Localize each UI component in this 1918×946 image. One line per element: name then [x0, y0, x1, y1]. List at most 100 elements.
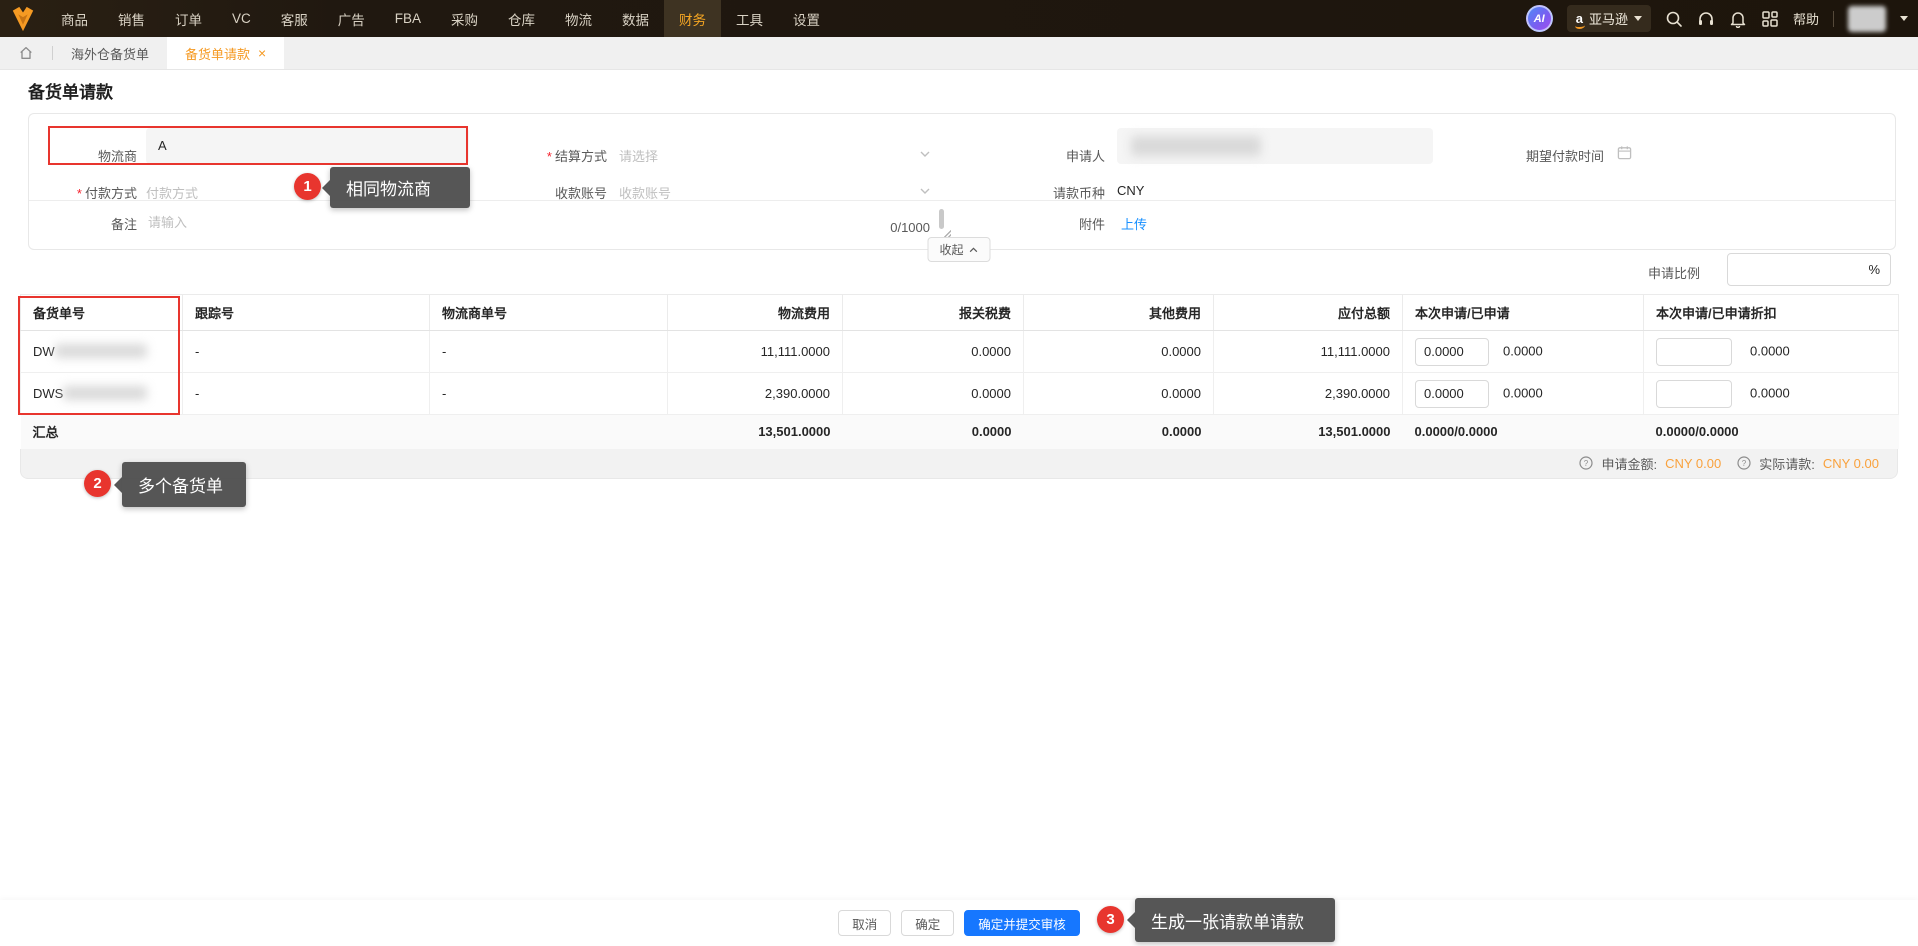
apply-amount-input[interactable]: [1415, 379, 1489, 408]
menu-item-data[interactable]: 数据: [607, 0, 664, 37]
menu-item-ads[interactable]: 广告: [323, 0, 380, 37]
scrollbar-thumb[interactable]: [939, 209, 944, 229]
redacted-applicant-name: [1131, 136, 1261, 156]
col-other-fee: 其他费用: [1023, 294, 1214, 331]
chevron-down-icon: [919, 148, 931, 160]
top-navbar: 商品 销售 订单 VC 客服 广告 FBA 采购 仓库 物流 数据 财务 工具 …: [0, 0, 1918, 37]
remark-field-wrap: 0/1000: [146, 206, 952, 239]
tab-overseas-stock-orders[interactable]: 海外仓备货单: [53, 37, 167, 69]
col-customs-fee: 报关税费: [842, 294, 1024, 331]
svg-text:?: ?: [1742, 459, 1747, 468]
expected-payment-date-label: 期望付款时间: [1525, 149, 1604, 164]
annotation-step-2: 2: [84, 470, 111, 497]
marketplace-label: 亚马逊: [1588, 12, 1628, 27]
apps-grid-icon[interactable]: [1761, 10, 1779, 28]
menu-item-products[interactable]: 商品: [46, 0, 103, 37]
applicant-field: [1117, 128, 1433, 164]
settlement-method-label: * 结算方式: [546, 149, 607, 164]
menu-item-settings[interactable]: 设置: [778, 0, 835, 37]
menu-item-service[interactable]: 客服: [266, 0, 323, 37]
calendar-icon[interactable]: [1617, 145, 1632, 160]
page-title: 备货单请款: [28, 83, 113, 102]
col-logistics-fee: 物流费用: [667, 294, 843, 331]
menu-item-vc[interactable]: VC: [217, 0, 266, 37]
search-icon[interactable]: [1665, 10, 1683, 28]
col-order-no: 备货单号: [20, 294, 183, 331]
logistics-provider-field: A: [146, 128, 469, 164]
annotation-tip-1: 相同物流商: [330, 167, 470, 208]
home-icon[interactable]: [0, 37, 52, 69]
remark-label: 备注: [110, 217, 137, 232]
annotation-step-1: 1: [294, 173, 321, 200]
menu-item-orders[interactable]: 订单: [160, 0, 217, 37]
question-circle-icon[interactable]: ?: [1579, 456, 1594, 470]
table-footer-bar: ? 申请金额: CNY 0.00 ? 实际请款: CNY 0.00: [20, 448, 1898, 479]
question-circle-icon[interactable]: ?: [1737, 456, 1751, 470]
logistics-provider-label: 物流商: [97, 149, 137, 164]
navbar-right: AI a 亚马逊 帮助: [1525, 5, 1918, 32]
table-row: DW - - 11,111.0000 0.0000 0.0000 11,111.…: [20, 330, 1899, 373]
col-apply-applied-discount: 本次申请/已申请折扣: [1643, 294, 1899, 331]
notifications-bell-icon[interactable]: [1729, 10, 1747, 28]
marketplace-selector[interactable]: a 亚马逊: [1566, 5, 1651, 32]
redacted-order-no: [54, 344, 147, 358]
apply-amount-input[interactable]: [1415, 337, 1489, 366]
actual-request-label: 实际请款:: [1759, 456, 1815, 472]
divider: [29, 200, 1895, 201]
col-total-payable: 应付总额: [1213, 294, 1403, 331]
summary-row: 汇总 13,501.0000 0.0000 0.0000 13,501.0000…: [20, 414, 1899, 449]
user-avatar[interactable]: [1848, 5, 1886, 32]
request-currency-value: CNY: [1117, 183, 1145, 198]
menu-item-fba[interactable]: FBA: [380, 0, 436, 37]
percent-suffix: %: [1868, 262, 1880, 277]
tab-label: 备货单请款: [185, 46, 251, 62]
col-carrier-no: 物流商单号: [429, 294, 668, 331]
divider: [1833, 10, 1834, 27]
collapse-form-button[interactable]: 收起: [927, 237, 991, 262]
help-link[interactable]: 帮助: [1793, 9, 1819, 28]
tab-stock-payment-request[interactable]: 备货单请款 ×: [167, 37, 285, 69]
applicant-label: 申请人: [1065, 149, 1105, 164]
remark-char-counter: 0/1000: [890, 220, 930, 235]
main-menu: 商品 销售 订单 VC 客服 广告 FBA 采购 仓库 物流 数据 财务 工具 …: [46, 0, 835, 37]
attachment-label: 附件: [1078, 217, 1105, 232]
ai-assistant-button[interactable]: AI: [1525, 5, 1553, 32]
apply-discount-input[interactable]: [1656, 379, 1732, 408]
app-logo-icon[interactable]: [0, 0, 46, 37]
table-row: DWS - - 2,390.0000 0.0000 0.0000 2,390.0…: [20, 372, 1899, 415]
cancel-button[interactable]: 取消: [838, 910, 892, 936]
caret-down-icon: [1633, 16, 1642, 21]
col-apply-applied: 本次申请/已申请: [1402, 294, 1644, 331]
menu-item-warehouse[interactable]: 仓库: [493, 0, 550, 37]
order-no-cell: DWS: [20, 372, 183, 415]
redacted-order-no: [63, 386, 148, 400]
tab-bar: 海外仓备货单 备货单请款 ×: [0, 37, 1918, 70]
user-menu-caret-icon[interactable]: [1900, 16, 1908, 21]
apply-ratio-label: 申请比例: [1648, 266, 1701, 281]
annotation-tip-2: 多个备货单: [122, 462, 246, 507]
confirm-and-submit-button[interactable]: 确定并提交审核: [964, 910, 1080, 936]
confirm-button[interactable]: 确定: [901, 910, 955, 936]
apply-discount-input[interactable]: [1656, 337, 1732, 366]
apply-amount-value: CNY 0.00: [1665, 455, 1722, 471]
annotation-tip-3: 生成一张请款单请款: [1135, 898, 1335, 942]
menu-item-tools[interactable]: 工具: [721, 0, 778, 37]
apply-ratio-input[interactable]: [1728, 262, 1869, 277]
menu-item-finance[interactable]: 财务: [664, 0, 722, 37]
apply-ratio-field: %: [1727, 253, 1891, 286]
stock-orders-table: 备货单号 跟踪号 物流商单号 物流费用 报关税费 其他费用 应付总额 本次申请/…: [20, 294, 1899, 479]
table-header-row: 备货单号 跟踪号 物流商单号 物流费用 报关税费 其他费用 应付总额 本次申请/…: [20, 294, 1899, 331]
svg-text:?: ?: [1584, 459, 1589, 468]
amazon-icon: a: [1574, 11, 1586, 29]
upload-link[interactable]: 上传: [1121, 214, 1147, 233]
menu-item-purchase[interactable]: 采购: [436, 0, 493, 37]
support-headset-icon[interactable]: [1697, 10, 1715, 28]
menu-item-logistics[interactable]: 物流: [550, 0, 607, 37]
menu-item-sales[interactable]: 销售: [103, 0, 160, 37]
settlement-method-select[interactable]: 请选择: [619, 146, 658, 165]
close-tab-icon[interactable]: ×: [258, 46, 266, 60]
chevron-up-icon: [969, 245, 979, 255]
order-no-cell: DW: [20, 330, 183, 373]
remark-input[interactable]: [146, 206, 952, 239]
col-tracking-no: 跟踪号: [182, 294, 430, 331]
